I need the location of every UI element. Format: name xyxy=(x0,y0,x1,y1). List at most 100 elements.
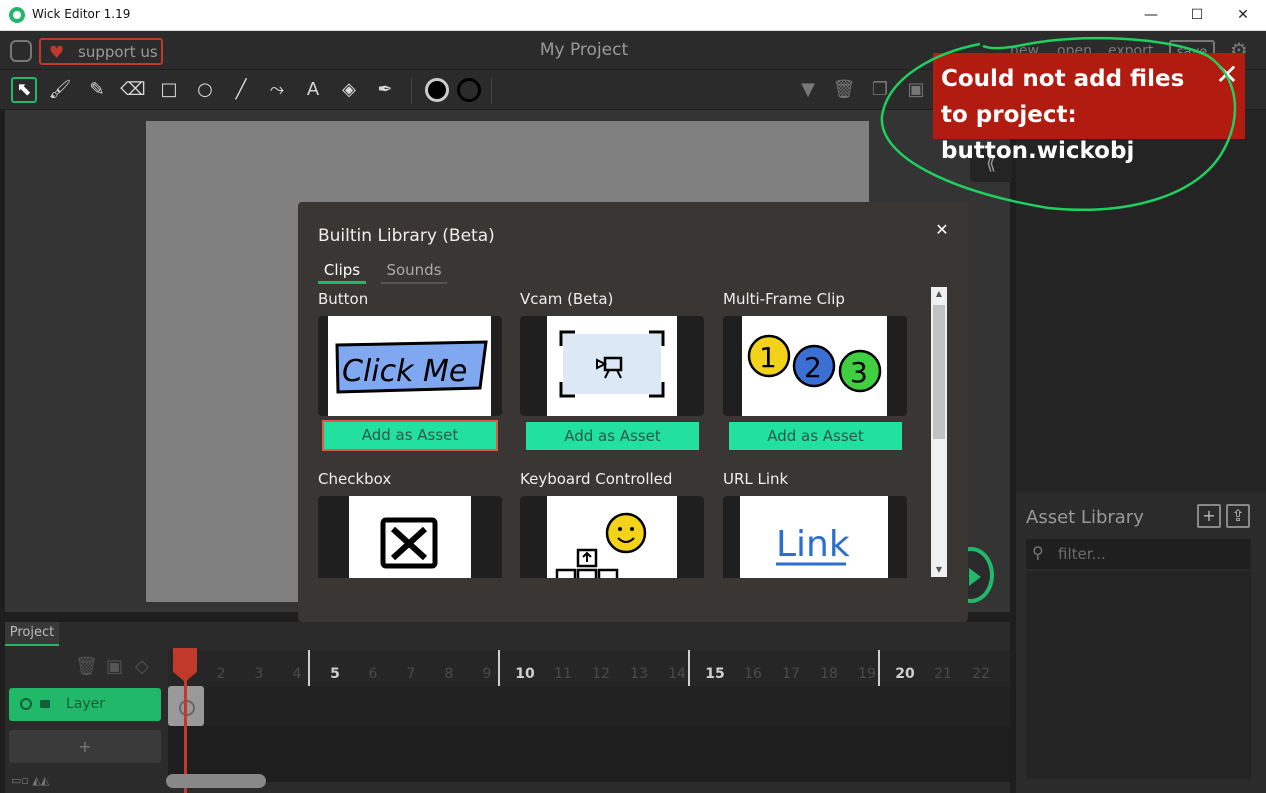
fill-color-swatch[interactable] xyxy=(425,78,449,102)
clip-name: Checkbox xyxy=(318,470,392,488)
heart-icon: ♥ xyxy=(49,43,65,63)
wick-logo-icon[interactable] xyxy=(10,40,32,62)
clip-name: Keyboard Controlled xyxy=(520,470,673,488)
asset-filter-input[interactable]: ⚲ filter... xyxy=(1026,539,1251,569)
frame-number: 12 xyxy=(592,666,610,682)
text-icon[interactable]: A xyxy=(300,77,326,103)
frame-major-tick xyxy=(688,650,690,686)
frame-number: 11 xyxy=(554,666,572,682)
maximize-button[interactable]: ☐ xyxy=(1174,0,1220,31)
paste-icon[interactable]: ▣ xyxy=(903,77,929,103)
frame-number: 7 xyxy=(406,666,416,682)
vcam-preview-image xyxy=(547,316,677,416)
line-icon[interactable]: ╱ xyxy=(228,77,254,103)
scroll-down-arrow-icon[interactable]: ▼ xyxy=(931,563,947,577)
close-window-button[interactable]: ✕ xyxy=(1220,0,1266,31)
toolbar-divider xyxy=(411,78,412,104)
frame-number: 21 xyxy=(934,666,952,682)
clip-grid: Button Click Me Add as Asset Vcam (Beta) xyxy=(318,288,930,578)
trash-icon[interactable]: 🗑 xyxy=(831,77,857,103)
clip-thumbnail[interactable] xyxy=(520,316,704,416)
number-three: 3 xyxy=(850,356,868,389)
frame-number: 15 xyxy=(705,666,725,682)
eraser-icon[interactable]: ⌫ xyxy=(120,77,146,103)
timeline-zoom-icons[interactable]: ▭▫ ◭◭ xyxy=(11,774,49,787)
clip-card-url-link: URL Link Link xyxy=(723,468,907,578)
add-asset-icon[interactable]: + xyxy=(1197,504,1221,528)
eyedropper-icon[interactable]: ✒ xyxy=(372,77,398,103)
scrollbar-thumb[interactable] xyxy=(933,305,945,439)
add-layer-button[interactable]: + xyxy=(9,730,161,763)
fill-bucket-icon[interactable]: ◈ xyxy=(336,77,362,103)
clip-thumbnail[interactable]: Link xyxy=(723,496,907,578)
click-me-text: Click Me xyxy=(342,354,467,389)
layer-name: Layer xyxy=(66,696,106,712)
project-name[interactable]: My Project xyxy=(484,40,684,60)
add-as-asset-button[interactable]: Add as Asset xyxy=(526,422,699,450)
frame-ruler[interactable]: 12345678910111213141516171819202122 xyxy=(168,650,1010,686)
link-text: Link xyxy=(776,524,850,565)
error-toast: Could not add files to project: button.w… xyxy=(933,53,1245,164)
add-as-asset-button[interactable]: Add as Asset xyxy=(729,422,902,450)
layer-row[interactable]: Layer xyxy=(9,688,161,721)
asset-list[interactable] xyxy=(1026,571,1251,779)
path-cursor-icon[interactable]: ⤳ xyxy=(264,77,290,103)
frame-number: 13 xyxy=(630,666,648,682)
rectangle-icon[interactable]: □ xyxy=(156,77,182,103)
cursor-icon[interactable]: ⬉ xyxy=(11,77,37,103)
empty-frames-track[interactable] xyxy=(168,726,1010,782)
chevron-down-icon[interactable]: ▼ xyxy=(795,77,821,103)
frame-number: 18 xyxy=(820,666,838,682)
stroke-color-swatch[interactable] xyxy=(457,78,481,102)
modal-title: Builtin Library (Beta) xyxy=(318,226,495,246)
checkbox-preview-image xyxy=(349,496,471,578)
clip-name: Vcam (Beta) xyxy=(520,290,614,308)
eye-icon[interactable] xyxy=(20,698,32,710)
toolbar-divider xyxy=(491,78,492,104)
close-icon[interactable]: ✕ xyxy=(930,218,954,242)
error-message: Could not add files to project: button.w… xyxy=(941,66,1185,164)
tab-project[interactable]: Project xyxy=(5,622,59,646)
tween-icon[interactable]: ◇ xyxy=(135,656,149,677)
modal-scrollbar[interactable]: ▲ ▼ xyxy=(931,287,947,577)
frame-major-tick xyxy=(878,650,880,686)
clip-thumbnail[interactable]: Click Me xyxy=(318,316,502,416)
timeline-scrollbar[interactable] xyxy=(166,774,266,788)
delete-layer-icon[interactable]: 🗑 xyxy=(75,656,98,677)
window-title: Wick Editor 1.19 xyxy=(32,7,131,21)
hide-layer-icon[interactable]: ▣ xyxy=(106,656,123,677)
clip-card-checkbox: Checkbox xyxy=(318,468,502,578)
import-asset-icon[interactable]: ⇪ xyxy=(1226,504,1250,528)
search-icon: ⚲ xyxy=(1032,543,1044,562)
clip-thumbnail[interactable]: 1 2 3 xyxy=(723,316,907,416)
scroll-up-arrow-icon[interactable]: ▲ xyxy=(931,287,947,301)
clip-thumbnail[interactable] xyxy=(520,496,704,578)
frame-number: 10 xyxy=(515,666,535,682)
support-us-button[interactable]: ♥ support us xyxy=(39,38,163,65)
tab-sounds[interactable]: Sounds xyxy=(381,258,447,284)
link-preview-image: Link xyxy=(740,496,888,578)
frame-number: 6 xyxy=(368,666,378,682)
ellipse-icon[interactable]: ○ xyxy=(192,77,218,103)
pencil-icon[interactable]: ✎ xyxy=(84,77,110,103)
tab-clips[interactable]: Clips xyxy=(318,258,366,284)
lock-icon[interactable] xyxy=(40,700,50,708)
clip-name: Button xyxy=(318,290,369,308)
add-as-asset-button[interactable]: Add as Asset xyxy=(322,420,498,451)
brush-icon[interactable]: 🖌 xyxy=(47,77,73,103)
frames-track[interactable] xyxy=(168,686,1010,726)
close-icon[interactable]: ✕ xyxy=(1213,57,1241,93)
clip-card-vcam: Vcam (Beta) Add as Asset xyxy=(520,288,704,458)
copy-icon[interactable]: ❐ xyxy=(867,77,893,103)
frame-number: 2 xyxy=(216,666,226,682)
frame-number: 3 xyxy=(254,666,264,682)
clip-name: Multi-Frame Clip xyxy=(723,290,845,308)
clip-thumbnail[interactable] xyxy=(318,496,502,578)
multi-frame-preview-image: 1 2 3 xyxy=(742,316,887,416)
minimize-button[interactable]: — xyxy=(1128,0,1174,31)
number-one: 1 xyxy=(759,341,777,374)
frame-number: 22 xyxy=(972,666,990,682)
keyboard-preview-image xyxy=(547,496,677,578)
frame-major-tick xyxy=(308,650,310,686)
frame-number: 20 xyxy=(895,666,915,682)
